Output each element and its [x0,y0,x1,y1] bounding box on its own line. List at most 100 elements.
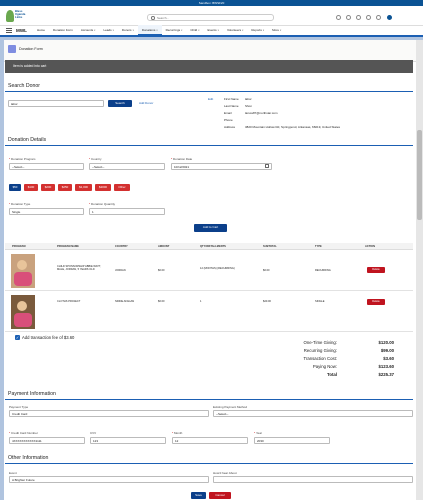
chevron-down-icon[interactable]: ▾ [218,29,219,32]
photo-face [17,260,27,270]
save-button[interactable]: Save [191,492,206,499]
edit-donor-link[interactable]: Edit [208,97,213,101]
chevron-down-icon[interactable]: ▾ [181,29,182,32]
nav-item-reports[interactable]: Reports▾ [247,25,268,36]
cancel-button[interactable]: Cancel [209,492,231,499]
nav-item-label: Reports [251,28,262,32]
scrollbar-thumb[interactable] [417,130,422,220]
add-icon[interactable] [346,15,351,20]
chevron-down-icon[interactable]: ▾ [280,29,281,32]
country-select[interactable]: --Select-- [89,163,165,170]
amount-button[interactable]: $50 [9,184,21,191]
amount-button[interactable]: $1,000 [75,184,92,191]
cart-row: CHILD SPONSORSHIP ABBIE WATT, MALE, JORD… [5,251,413,291]
how-heard-label: How'd hear About [213,471,237,475]
existing-method-label: Existing Payment Method [213,405,248,409]
calendar-icon[interactable] [265,164,269,168]
column-header: QTY/INSTALLMENTS [200,245,226,248]
chevron-down-icon[interactable]: ▾ [242,29,243,32]
favorites-icon[interactable] [336,15,341,20]
notifications-bell-icon[interactable] [376,15,381,20]
divider [5,91,413,92]
nav-item-home[interactable]: Home [33,25,49,36]
donation-program-select[interactable]: --Select-- [9,163,84,170]
tree-logo-icon [6,10,14,22]
quantity: 12 (MONTHS) (RECURRING) [200,267,235,270]
nav-item-events[interactable]: Events▾ [204,25,223,36]
amount-button[interactable]: $200 [41,184,55,191]
donation-date-input[interactable]: 10/12/2021 [171,163,272,170]
donor-detail-value: labor [245,97,252,101]
donor-detail-key: Phone [224,118,233,122]
amount-button[interactable]: $2000 [95,184,111,191]
nav-item-donation-form[interactable]: Donation Form [49,25,77,36]
nav-item-donations[interactable]: Donations▾ [137,25,162,36]
column-header: ACTION [365,245,375,248]
setup-gear-icon[interactable] [366,15,371,20]
how-heard-input[interactable] [213,476,413,483]
chevron-down-icon[interactable]: ▾ [113,29,114,32]
nav-item-more[interactable]: More▾ [268,25,285,36]
amount-button[interactable]: $250 [58,184,72,191]
summary-value: $225.37 [378,372,394,377]
payment-heading: Payment Information [8,391,56,397]
nav-item-recurrings[interactable]: Recurrings▾ [162,25,187,36]
summary-label: Paying Now: [312,364,337,369]
user-avatar[interactable] [386,14,393,21]
help-icon[interactable] [356,15,361,20]
org-logo[interactable]: Bless Uganda Links [6,9,32,23]
divider [5,145,413,146]
chevron-down-icon[interactable]: ▾ [94,29,95,32]
delete-button[interactable]: Delete [367,267,385,273]
nav-item-donors[interactable]: Donors▾ [118,25,138,36]
donor-search-input[interactable]: labor [8,100,104,107]
column-header: PROGRAM NAME [57,245,79,248]
transaction-fee-checkbox[interactable]: ✓ [15,335,20,340]
global-search-input[interactable]: Search... [147,14,274,21]
existing-method-select[interactable]: --Select-- [213,410,413,417]
quantity: 1 [200,300,202,303]
chevron-down-icon[interactable]: ▾ [156,29,157,32]
summary-value: $3.60 [383,356,394,361]
donor-search-button[interactable]: Search [108,100,132,107]
amount-button[interactable]: Other [114,184,130,191]
event-select[interactable]: A Brighter Future [9,476,209,483]
donor-detail-value: 3820 Mountain Hollow Rd, Springpond, Ark… [245,125,341,129]
program-name: CHILD SPONSORSHIP ABBIE WATT, MALE, JORD… [57,265,101,272]
payment-type-select[interactable]: Credit Card [9,410,209,417]
payment-type-label: Payment Type [9,405,29,409]
nav-item-leads[interactable]: Leads▾ [99,25,117,36]
cvv-input[interactable]: 123 [90,437,166,444]
nav-item-accounts[interactable]: Accounts▾ [77,25,100,36]
summary-label: One-Time Giving: [303,340,337,345]
donation-quantity-input[interactable]: 1 [89,208,165,215]
chevron-down-icon[interactable]: ▾ [133,29,134,32]
nav-item-volunteers[interactable]: Volunteers▾ [223,25,247,36]
donation-date-label: * Donation Date [171,157,193,161]
year-label: * Year [254,431,263,435]
app-launcher-icon[interactable] [6,27,12,34]
photo-body [14,313,32,327]
year-select[interactable]: 2030 [254,437,330,444]
chevron-down-icon[interactable]: ▾ [263,29,264,32]
add-donor-link[interactable]: Add Donor [139,101,153,105]
page-title: Donation Form [19,47,43,51]
page-scrollbar[interactable] [416,40,423,500]
amount-button[interactable]: $100 [24,184,38,191]
header-utility-icons [336,14,393,21]
program-name: CLOTHS PROJECT [57,300,81,303]
country: NIDDE AFAGAN [115,300,135,303]
cart-table-header: PROGRAM PROGRAM NAME COUNTRY AMOUNT QTY/INST… [5,243,413,250]
donation-type-select[interactable]: Single [9,208,84,215]
subtotal: $20.00 [263,300,271,303]
month-select[interactable]: 12 [172,437,248,444]
add-to-cart-button[interactable]: Add to Cart [194,224,227,232]
nav-item-label: Recurrings [165,28,181,32]
search-placeholder: Search... [157,16,170,20]
nav-item-child[interactable]: Child▾ [186,25,203,36]
delete-button[interactable]: Delete [367,299,385,305]
chevron-down-icon[interactable]: ▾ [198,29,199,32]
nav-item-label: Home [36,28,45,32]
form-icon [8,45,16,53]
card-number-input[interactable]: 4XXXXXXXXXXX1111 [9,437,85,444]
